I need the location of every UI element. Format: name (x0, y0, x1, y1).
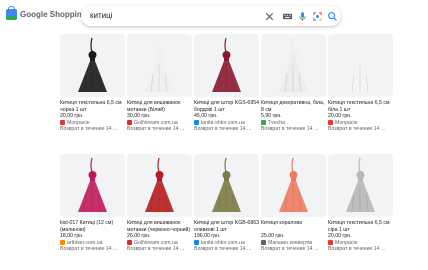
seller-favicon-icon (127, 120, 132, 126)
product-seller: Магазин конвертів (261, 240, 326, 247)
logo-text: Google Shopping (20, 10, 87, 19)
product-price: 26,00 грн. (127, 233, 151, 239)
seller-favicon-icon (261, 120, 266, 126)
product-title[interactable]: Китиця декоративна, біла, 8 см (261, 100, 326, 113)
mic-icon[interactable] (296, 10, 308, 22)
seller-name: Golfstream.com.ua (134, 239, 178, 246)
seller-name: Магазин конвертів (268, 239, 313, 246)
product-card[interactable]: Китиці для вишиванок мотанки (Білий) 30,0… (127, 34, 192, 133)
product-image[interactable] (328, 34, 393, 97)
product-image[interactable] (194, 34, 259, 97)
keyboard-icon[interactable] (281, 10, 293, 22)
product-return-policy: Возврат в течение 14 ... (261, 246, 319, 253)
product-card[interactable]: Китиця декоративна, біла, 8 см 5,90 грн. T… (261, 34, 326, 133)
product-price: 20,00 грн. (328, 113, 352, 119)
product-image[interactable] (261, 154, 326, 217)
product-return-policy: Возврат в течение 14 ... (194, 126, 252, 133)
product-card[interactable]: Китиця текстильна 6,5 см біла 1 шт 20,00 … (328, 34, 393, 133)
product-price: 20,00 грн. (328, 233, 352, 239)
seller-name: Golfstream.com.ua (134, 119, 178, 126)
seller-favicon-icon (261, 240, 266, 246)
seller-name: Monpacie (335, 119, 358, 126)
close-icon[interactable] (263, 10, 275, 22)
product-image[interactable] (60, 154, 125, 217)
lens-icon[interactable] (311, 10, 323, 22)
search-bar[interactable]: китиці (81, 6, 341, 26)
product-price: 18,00 грн. (60, 233, 84, 239)
product-title[interactable]: Китиця текстильна 6,5 см чорна 1 шт (60, 100, 125, 113)
product-seller: Monpacie (60, 120, 125, 127)
product-price: 25,00 грн. (261, 233, 285, 239)
seller-name: artbiser.com.ua (67, 239, 103, 246)
seller-name: Monpacie (335, 239, 358, 246)
seller-favicon-icon (127, 240, 132, 246)
seller-favicon-icon (194, 120, 199, 126)
product-title[interactable]: kist-017 Китиці (12 см) (малинові) (60, 220, 125, 233)
product-price: 45,00 грн. (194, 113, 218, 119)
product-image[interactable] (127, 34, 192, 97)
product-return-policy: Возврат в течение 14 ... (60, 126, 118, 133)
product-card[interactable]: Китиця коралова 25,00 грн. Магазин конверт… (261, 154, 326, 253)
search-icon[interactable] (326, 10, 338, 22)
product-image[interactable] (127, 154, 192, 217)
product-title[interactable]: Китиці для вишиванок мотанки (Білий) (127, 100, 192, 113)
product-card[interactable]: Китиці для вишиванок мотанки (червоно-чо… (127, 154, 192, 253)
product-image[interactable] (261, 34, 326, 97)
product-card[interactable]: Китиці для штор KGB-6863 оливкові 1 шт 19… (194, 154, 259, 253)
product-seller: Golfstream.com.ua (127, 240, 192, 247)
product-return-policy: Возврат в течение 14 ... (261, 126, 319, 133)
seller-favicon-icon (60, 120, 65, 126)
product-seller: Monpacie (328, 240, 393, 247)
search-input[interactable]: китиці (90, 11, 112, 20)
product-title[interactable]: Китиці для штор KGB-6863 оливкові 1 шт (194, 220, 259, 233)
product-card[interactable]: Китиці для штор KGS-6954 бордові 1 шт 45,… (194, 34, 259, 133)
seller-favicon-icon (328, 120, 333, 126)
product-price: 30,00 грн. (127, 113, 151, 119)
shopping-bag-icon (6, 6, 17, 20)
product-price: 5,90 грн. (261, 113, 282, 119)
product-seller: Tvecha (261, 120, 326, 127)
product-return-policy: Возврат в течение 14 ... (328, 126, 386, 133)
product-image[interactable] (194, 154, 259, 217)
product-return-policy: Возврат в течение 14 ... (60, 246, 118, 253)
product-return-policy: Возврат в течение 14 ... (194, 246, 252, 253)
product-seller: lanita-shtor.com.ua (194, 120, 259, 127)
product-seller: Golfstream.com.ua (127, 120, 192, 127)
seller-favicon-icon (60, 240, 65, 246)
header: Google Shopping китиці (0, 0, 428, 32)
seller-favicon-icon (328, 240, 333, 246)
google-shopping-logo[interactable]: Google Shopping (6, 6, 87, 20)
product-title[interactable]: Китиця текстильна 6,5 см біла 1 шт (328, 100, 393, 113)
seller-name: lanita-shtor.com.ua (201, 239, 245, 246)
product-image[interactable] (60, 34, 125, 97)
seller-name: Monpacie (67, 119, 90, 126)
seller-name: lanita-shtor.com.ua (201, 119, 245, 126)
product-title[interactable]: Китиця текстильна 6,5 см сіра 1 шт (328, 220, 393, 233)
product-return-policy: Возврат в течение 14 ... (127, 246, 185, 253)
product-card[interactable]: Китиця текстильна 6,5 см чорна 1 шт 20,00… (60, 34, 125, 133)
product-price: 20,00 грн. (60, 113, 84, 119)
product-card[interactable]: kist-017 Китиці (12 см) (малинові) 18,00 … (60, 154, 125, 253)
product-price: 196,00 грн. (194, 233, 221, 239)
product-return-policy: Возврат в течение 14 ... (328, 246, 386, 253)
product-title[interactable]: Китиці для штор KGS-6954 бордові 1 шт (194, 100, 259, 113)
product-seller: lanita-shtor.com.ua (194, 240, 259, 247)
product-title[interactable]: Китиці для вишиванок мотанки (червоно-чо… (127, 220, 192, 233)
product-image[interactable] (328, 154, 393, 217)
product-seller: Monpacie (328, 120, 393, 127)
seller-favicon-icon (194, 240, 199, 246)
product-seller: artbiser.com.ua (60, 240, 125, 247)
product-title[interactable]: Китиця коралова (261, 220, 326, 233)
product-card[interactable]: Китиця текстильна 6,5 см сіра 1 шт 20,00 … (328, 154, 393, 253)
seller-name: Tvecha (268, 119, 286, 126)
product-return-policy: Возврат в течение 14 ... (127, 126, 185, 133)
